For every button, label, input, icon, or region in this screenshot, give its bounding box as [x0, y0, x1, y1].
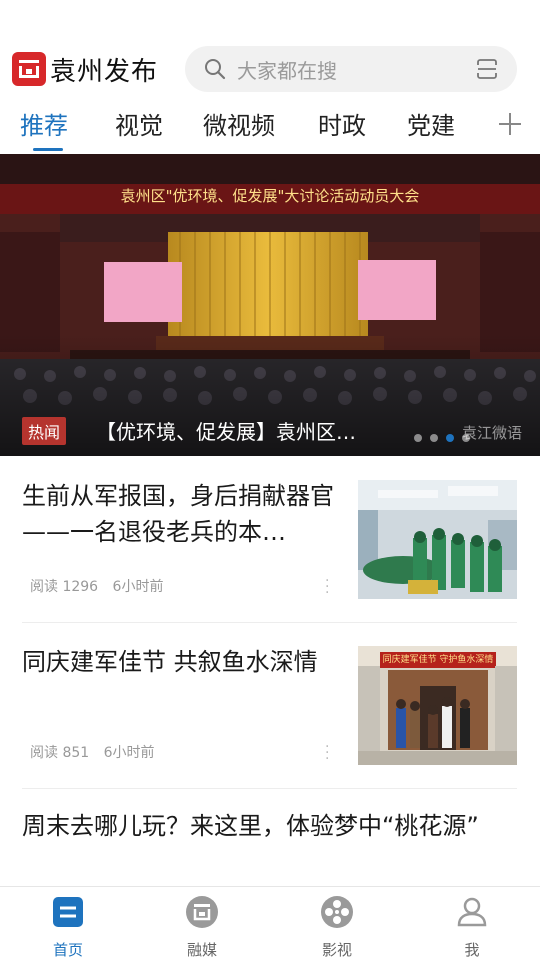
- news-item[interactable]: 生前从军报国，身后捐献器官——一名退役老兵的本… 阅读 1296 6小时前 · ·…: [0, 456, 540, 622]
- nav-media[interactable]: 融媒: [162, 895, 242, 960]
- tab-visual[interactable]: 视觉: [115, 106, 163, 141]
- publish-time: 6小时前: [112, 579, 164, 595]
- featured-banner[interactable]: 袁州区"优环境、促发展"大讨论活动动员大会 热闻 【优环境、促发展】袁州区… 袁…: [0, 154, 540, 456]
- banner-title[interactable]: 【优环境、促发展】袁州区…: [96, 416, 356, 445]
- read-count: 1296: [62, 579, 99, 595]
- news-title[interactable]: 同庆建军佳节 共叙鱼水深情: [22, 644, 342, 680]
- logo-icon: [12, 52, 46, 86]
- user-icon: [457, 897, 487, 927]
- scan-icon[interactable]: [475, 57, 499, 81]
- read-count: 851: [62, 745, 90, 761]
- search-placeholder: 大家都在搜: [237, 58, 337, 83]
- carousel-dot[interactable]: [430, 434, 438, 442]
- news-thumbnail[interactable]: [358, 480, 517, 599]
- news-title[interactable]: 生前从军报国，身后捐献器官——一名退役老兵的本…: [22, 478, 342, 550]
- tab-micro-video[interactable]: 微视频: [203, 106, 275, 141]
- tab-recommend[interactable]: 推荐: [20, 106, 68, 141]
- app-screen: 袁州发布 大家都在搜 推荐 视觉 微视频 时政 党建 袁州区"优环境、促发展"大…: [0, 0, 540, 960]
- more-options-icon[interactable]: · · ·: [325, 574, 329, 600]
- nav-me[interactable]: 我: [432, 895, 512, 960]
- carousel-dot-active[interactable]: [446, 434, 454, 442]
- nav-home[interactable]: 首页: [28, 895, 108, 960]
- nav-media-label: 融媒: [186, 941, 217, 959]
- top-header: 袁州发布 大家都在搜: [0, 40, 540, 98]
- watermark-text: 袁江微语: [461, 424, 522, 442]
- hot-news-badge: 热闻: [22, 417, 67, 445]
- bottom-navigation: 首页 融媒 影视 我: [0, 886, 540, 960]
- home-icon: [53, 897, 83, 927]
- nav-video-label: 影视: [321, 941, 352, 959]
- active-tab-indicator: [33, 148, 63, 151]
- more-options-icon[interactable]: · · ·: [325, 740, 329, 766]
- tab-politics[interactable]: 时政: [318, 106, 366, 141]
- publish-time: 6小时前: [103, 745, 155, 761]
- read-label: 阅读: [30, 745, 58, 761]
- thumbnail-sign-text: 同庆建军佳节 守护鱼水深情: [382, 655, 494, 665]
- news-item[interactable]: 周末去哪儿玩？来这里，体验梦中“桃花源”: [0, 788, 540, 886]
- app-name: 袁州发布: [50, 56, 159, 87]
- search-icon: [205, 59, 226, 80]
- stage-banner-text: 袁州区"优环境、促发展"大讨论活动动员大会: [120, 187, 420, 205]
- news-meta: 阅读 851 6小时前: [30, 742, 155, 762]
- media-icon: [186, 896, 218, 928]
- news-thumbnail[interactable]: 同庆建军佳节 守护鱼水深情: [358, 646, 517, 765]
- news-item[interactable]: 同庆建军佳节 共叙鱼水深情 阅读 851 6小时前 · · · 同庆建军佳节 守…: [0, 622, 540, 788]
- add-channel-icon[interactable]: [498, 112, 522, 136]
- search-bar[interactable]: 大家都在搜: [185, 46, 517, 92]
- nav-me-label: 我: [464, 941, 480, 959]
- news-title[interactable]: 周末去哪儿玩？来这里，体验梦中“桃花源”: [22, 808, 502, 844]
- film-reel-icon: [321, 896, 353, 928]
- channel-tabs: 推荐 视觉 微视频 时政 党建: [0, 100, 540, 152]
- app-logo: 袁州发布: [12, 51, 158, 88]
- tab-party[interactable]: 党建: [407, 106, 455, 141]
- carousel-dot[interactable]: [414, 434, 422, 442]
- read-label: 阅读: [30, 579, 58, 595]
- nav-home-label: 首页: [52, 941, 83, 959]
- nav-video[interactable]: 影视: [297, 895, 377, 960]
- news-meta: 阅读 1296 6小时前: [30, 576, 163, 596]
